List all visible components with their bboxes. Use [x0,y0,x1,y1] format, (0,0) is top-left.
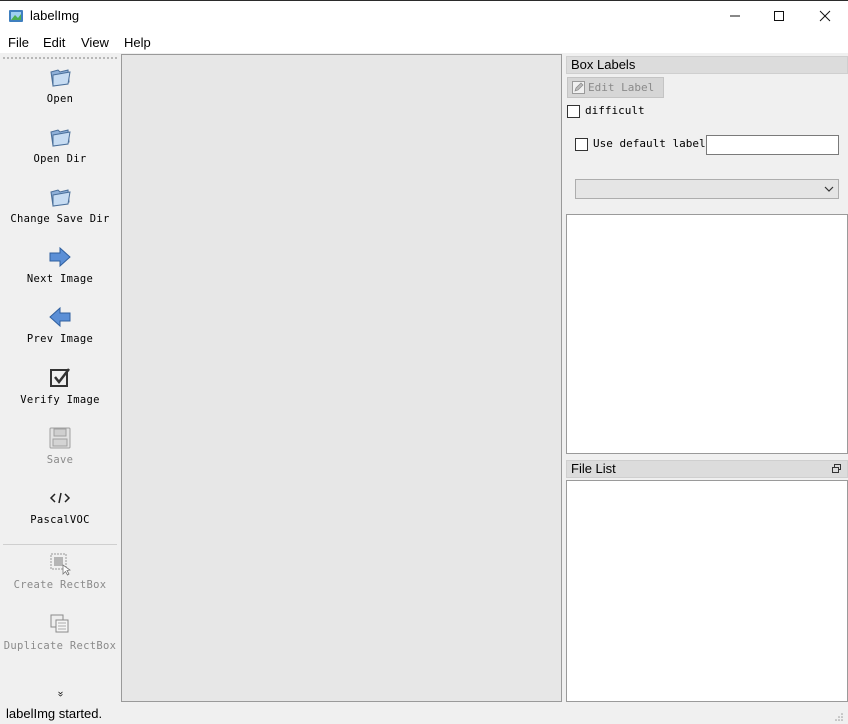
verify-image-button[interactable]: Verify Image [0,365,120,406]
prev-image-button[interactable]: Prev Image [0,304,120,345]
box-labels-dock: Box Labels [566,56,848,74]
save-label: Save [46,454,74,466]
change-save-dir-label: Change Save Dir [10,213,110,225]
pascalvoc-label: PascalVOC [30,514,90,526]
app-icon [9,10,23,22]
open-folder-icon [50,129,71,147]
save-button[interactable]: Save [0,425,120,466]
verify-image-label: Verify Image [20,394,100,406]
open-button[interactable]: Open [0,64,120,105]
open-folder-icon [50,189,71,207]
next-image-label: Next Image [26,273,94,285]
menu-edit[interactable]: Edit [43,35,65,50]
label-combobox[interactable] [575,179,839,199]
float-icon[interactable] [832,464,841,473]
title-bar: labelImg [0,0,848,31]
maximize-icon [774,11,784,21]
chevron-down-icon [824,186,834,192]
pascalvoc-button[interactable]: PascalVOC [0,485,120,526]
duplicate-rectbox-button[interactable]: Duplicate RectBox [0,611,120,652]
checkbox-icon [50,368,70,387]
close-button[interactable] [802,1,848,31]
tool-bar: Open Open Dir Change Save Dir Next Image… [0,54,120,702]
arrow-left-icon [49,306,71,328]
default-label-input[interactable] [706,135,839,155]
use-default-label-checkbox[interactable] [575,138,588,151]
close-icon [819,10,831,22]
change-save-dir-button[interactable]: Change Save Dir [0,184,120,225]
label-list[interactable] [566,214,848,454]
create-rectbox-label: Create RectBox [13,579,107,591]
chevron-down-icon: » [55,691,66,697]
box-labels-title-text: Box Labels [571,57,636,72]
edit-label-text: Edit Label [588,81,655,94]
file-list-title-text: File List [571,461,616,476]
toolbar-separator [3,544,117,545]
maximize-button[interactable] [756,1,802,31]
menu-file[interactable]: File [8,35,29,50]
create-rectbox-button[interactable]: Create RectBox [0,550,120,591]
menu-bar: File Edit View Help [0,31,848,53]
duplicate-rectbox-label: Duplicate RectBox [3,640,117,652]
status-text: labelImg started. [6,706,103,721]
open-folder-icon [50,69,71,87]
file-list-dock: File List [566,460,848,478]
prev-image-label: Prev Image [26,333,94,345]
open-label: Open [46,93,74,105]
open-dir-label: Open Dir [33,153,87,165]
save-icon [49,427,71,449]
difficult-checkbox[interactable] [567,105,580,118]
use-default-label-label: Use default label [593,137,706,150]
arrow-right-icon [49,246,71,268]
file-list[interactable] [566,480,848,702]
toolbar-grip[interactable] [3,57,117,59]
file-list-title: File List [566,460,848,478]
edit-icon [572,81,585,94]
size-grip-icon[interactable] [834,712,844,722]
create-rectbox-icon [50,553,72,576]
duplicate-icon [50,614,69,633]
menu-view[interactable]: View [81,35,109,50]
status-bar: labelImg started. [0,702,848,724]
open-dir-button[interactable]: Open Dir [0,124,120,165]
difficult-label: difficult [585,104,645,117]
edit-label-button[interactable]: Edit Label [567,77,664,98]
next-image-button[interactable]: Next Image [0,244,120,285]
image-canvas[interactable] [121,54,562,702]
minimize-icon [730,15,740,17]
menu-help[interactable]: Help [124,35,151,50]
minimize-button[interactable] [712,1,758,31]
toolbar-extension-button[interactable]: » [0,689,120,699]
box-labels-title: Box Labels [566,56,848,74]
window-title: labelImg [30,8,80,23]
code-icon [49,492,71,504]
